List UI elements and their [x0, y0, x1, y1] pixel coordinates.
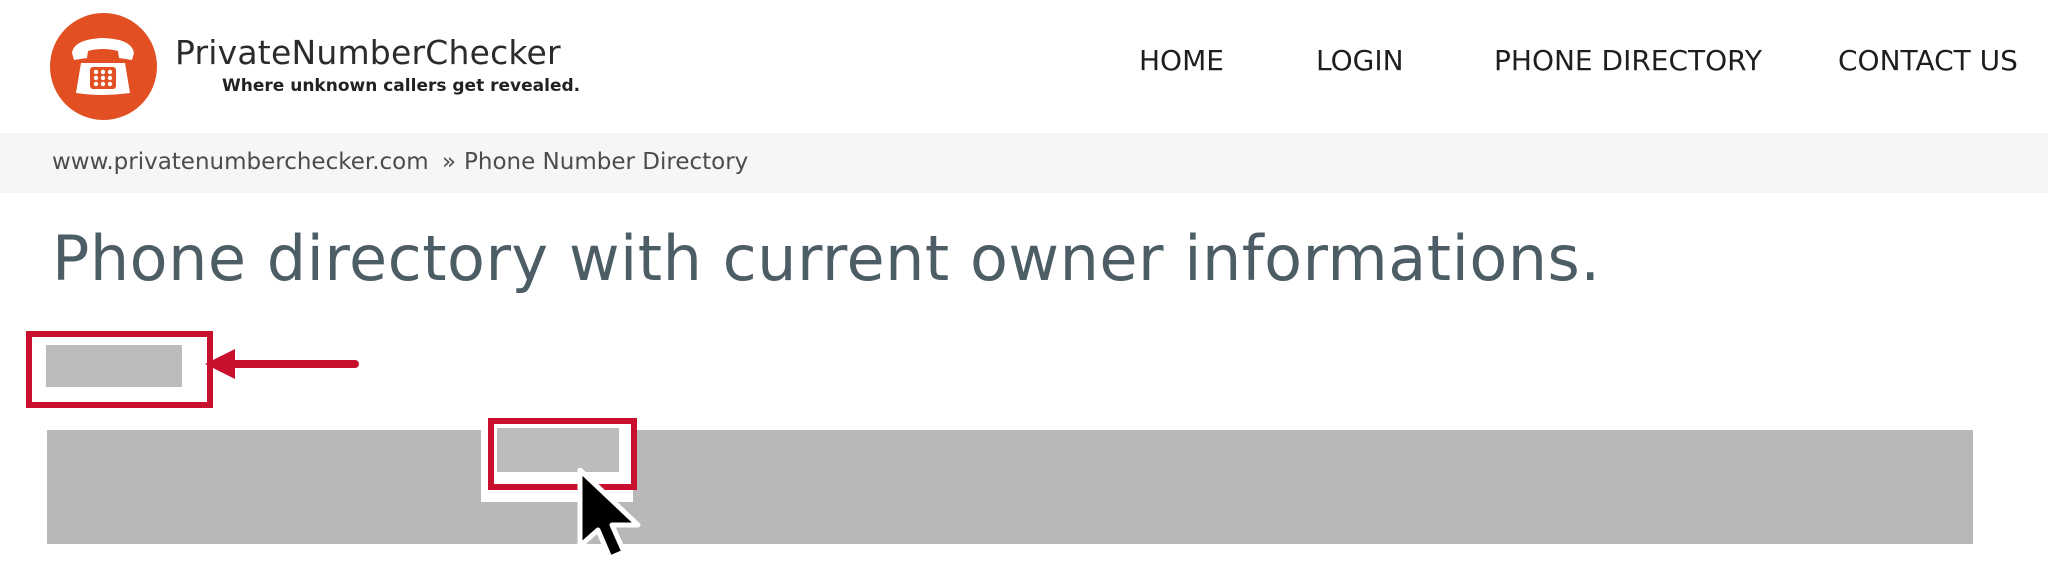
breadcrumb-home-link[interactable]: www.privatenumberchecker.com: [52, 149, 429, 175]
telephone-icon: [72, 38, 134, 95]
mouse-pointer-icon: [577, 468, 641, 561]
breadcrumb-separator: »: [442, 149, 457, 175]
nav-login[interactable]: LOGIN: [1316, 44, 1404, 77]
page-title: Phone directory with current owner infor…: [52, 222, 1601, 295]
highlight-box: [26, 331, 213, 408]
arrow-left-icon: [205, 349, 359, 379]
redacted-bar: [47, 430, 1973, 544]
site-logo[interactable]: [50, 13, 157, 120]
nav-phone-directory[interactable]: PHONE DIRECTORY: [1494, 44, 1762, 77]
breadcrumb: www.privatenumberchecker.com » Phone Num…: [0, 133, 2048, 193]
breadcrumb-current: Phone Number Directory: [464, 149, 749, 175]
nav-contact-us[interactable]: CONTACT US: [1838, 44, 2018, 77]
site-header: PrivateNumberChecker Where unknown calle…: [0, 0, 2048, 133]
nav-home[interactable]: HOME: [1139, 44, 1224, 77]
brand-tagline: Where unknown callers get revealed.: [222, 76, 581, 96]
brand-name[interactable]: PrivateNumberChecker: [175, 33, 561, 72]
